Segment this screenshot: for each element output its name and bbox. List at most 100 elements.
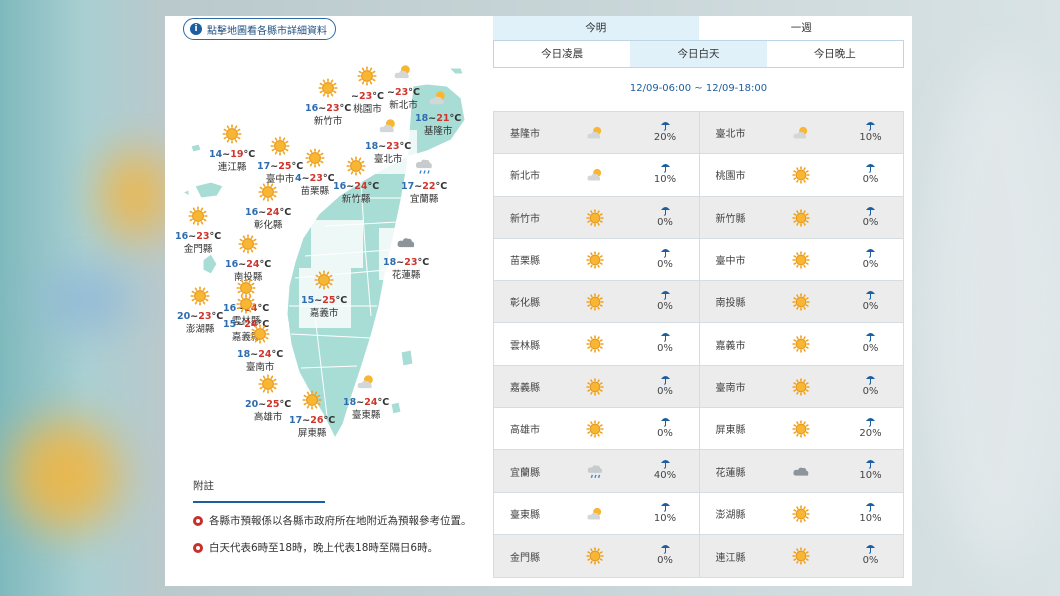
tab-tonight[interactable]: 今日晚上 [767, 41, 903, 67]
sunny-icon [351, 66, 384, 89]
note-text: 各縣市預報係以各縣市政府所在地附近為預報參考位置。 [209, 515, 472, 527]
table-row: 彰化縣 0% 南投縣 0% [494, 281, 904, 324]
county-cell[interactable]: 高雄市 0% [494, 408, 699, 449]
sunny-icon [586, 378, 604, 400]
map-city-marker[interactable]: 20~25°C 高雄市 [245, 374, 291, 423]
tab-daytime[interactable]: 今日白天 [630, 41, 767, 67]
map-city-marker[interactable]: 16~23°C 金門縣 [175, 206, 221, 255]
county-cell[interactable]: 基隆市 20% [494, 112, 699, 153]
county-cell[interactable]: 臺東縣 10% [494, 493, 699, 534]
rain-value: 0% [862, 343, 879, 355]
rain-probability: 20% [648, 120, 682, 143]
city-temperature: 18~23°C [383, 257, 429, 268]
county-cell[interactable]: 桃園市 0% [698, 154, 904, 196]
notes-section: 附註 各縣市預報係以各縣市政府所在地附近為預報參考位置。 白天代表6時至18時，… [193, 478, 473, 557]
map-city-marker[interactable]: 14~19°C 連江縣 [209, 124, 255, 173]
partly-cloudy-icon [343, 372, 389, 395]
map-city-marker[interactable]: 18~24°C 臺東縣 [343, 372, 389, 421]
table-row: 新北市 10% 桃園市 0% [494, 154, 904, 197]
temp-unit: °C [259, 259, 272, 270]
county-cell[interactable]: 嘉義市 0% [698, 323, 904, 365]
rain-probability: 0% [854, 247, 888, 270]
rain-probability: 0% [648, 205, 682, 228]
sunny-icon [209, 124, 255, 147]
rain-value: 10% [859, 512, 882, 524]
county-cell[interactable]: 臺中市 0% [698, 238, 904, 281]
map-city-marker[interactable]: 18~21°C 基隆市 [415, 88, 461, 137]
county-cell[interactable]: 宜蘭縣 40% [494, 450, 699, 491]
county-cell[interactable]: 花蓮縣 10% [698, 450, 904, 492]
county-cell[interactable]: 新北市 10% [494, 154, 699, 195]
notes-title: 附註 [193, 478, 325, 503]
map-city-marker[interactable]: 16~24°C 新竹縣 [333, 156, 379, 205]
taiwan-map-area[interactable]: i 點擊地圖看各縣市詳細資料 16~23°C 新竹市 ~23°C 桃園市 ~23°C 新北… [165, 16, 487, 586]
map-city-marker[interactable]: 17~26°C 屏東縣 [289, 390, 335, 439]
county-name: 宜蘭縣 [510, 467, 540, 479]
rain-probability: 10% [854, 120, 888, 143]
temp-separator: ~ [318, 103, 327, 114]
city-temperature: 18~21°C [415, 113, 461, 124]
map-hint-button[interactable]: i 點擊地圖看各縣市詳細資料 [183, 18, 336, 40]
low-temp: 15 [223, 319, 237, 330]
table-row: 高雄市 0% 屏東縣 20% [494, 408, 904, 451]
rain-probability: 0% [854, 374, 888, 397]
city-temperature: 20~25°C [245, 399, 291, 410]
map-city-marker[interactable]: 17~22°C 宜蘭縣 [401, 156, 447, 205]
county-name: 新竹市 [510, 213, 540, 225]
map-city-marker[interactable]: 16~23°C 新竹市 [305, 78, 351, 127]
sunny-icon [245, 182, 291, 205]
high-temp: 22 [422, 181, 436, 192]
map-city-marker[interactable]: 16~24°C 南投縣 [225, 234, 271, 283]
background-blur [100, 150, 170, 240]
county-cell[interactable]: 苗栗縣 0% [494, 239, 699, 280]
county-cell[interactable]: 南投縣 0% [698, 281, 904, 323]
temp-separator: ~ [301, 173, 310, 184]
county-cell[interactable]: 澎湖縣 10% [698, 492, 904, 534]
county-name: 花蓮縣 [715, 467, 746, 479]
county-cell[interactable]: 新竹縣 0% [698, 196, 904, 238]
map-city-marker[interactable]: 16~24°C 彰化縣 [245, 182, 291, 231]
temp-unit: °C [367, 181, 380, 192]
low-temp: 17 [257, 161, 271, 172]
forecast-table-area: 今明 一週 今日凌晨 今日白天 今日晚上 12/09-06:00 ~ 12/09… [493, 16, 904, 579]
low-temp: 15 [301, 295, 315, 306]
temp-unit: °C [417, 257, 430, 268]
map-city-marker[interactable]: 18~24°C 臺南市 [237, 324, 283, 373]
temp-separator: ~ [258, 399, 267, 410]
temp-unit: °C [243, 149, 256, 160]
tab-week[interactable]: 一週 [698, 16, 904, 41]
map-city-marker[interactable]: 4~23°C 苗栗縣 [295, 148, 335, 197]
county-cell[interactable]: 臺南市 0% [698, 365, 904, 408]
sunny-icon [225, 234, 271, 257]
county-name: 臺中市 [715, 256, 746, 268]
map-city-marker[interactable]: 18~23°C 花蓮縣 [383, 232, 429, 281]
county-cell[interactable]: 彰化縣 0% [494, 281, 699, 322]
county-name: 南投縣 [715, 298, 746, 310]
tab-today-tomorrow[interactable]: 今明 [493, 16, 699, 41]
city-temperature: 16~24°C [245, 207, 291, 218]
rain-value: 0% [657, 385, 673, 397]
county-cell[interactable]: 新竹市 0% [494, 197, 699, 238]
rain-probability: 10% [854, 501, 888, 524]
map-city-marker[interactable]: ~23°C 桃園市 [351, 66, 384, 115]
city-name: 連江縣 [217, 162, 247, 173]
rain-value: 40% [653, 470, 677, 482]
county-cell[interactable]: 屏東縣 20% [698, 408, 904, 450]
temp-separator: ~ [314, 295, 323, 306]
high-temp: 25 [322, 295, 336, 306]
tab-early-morning[interactable]: 今日凌晨 [494, 41, 630, 67]
map-city-marker[interactable]: 15~25°C 嘉義市 [301, 270, 347, 319]
county-cell[interactable]: 連江縣 0% [698, 534, 904, 578]
county-cell[interactable]: 臺北市 10% [698, 112, 904, 154]
temp-unit: °C [372, 91, 384, 102]
partly-cloudy-icon [415, 88, 461, 111]
rain-value: 0% [862, 216, 879, 228]
umbrella-icon [648, 247, 682, 258]
county-cell[interactable]: 金門縣 0% [494, 535, 699, 577]
rain-value: 0% [862, 554, 879, 566]
county-cell[interactable]: 嘉義縣 0% [494, 366, 699, 407]
city-name: 彰化縣 [253, 220, 283, 231]
county-cell[interactable]: 雲林縣 0% [494, 323, 699, 364]
map-city-marker[interactable]: 20~23°C 澎湖縣 [177, 286, 223, 335]
low-temp: 17 [289, 415, 303, 426]
